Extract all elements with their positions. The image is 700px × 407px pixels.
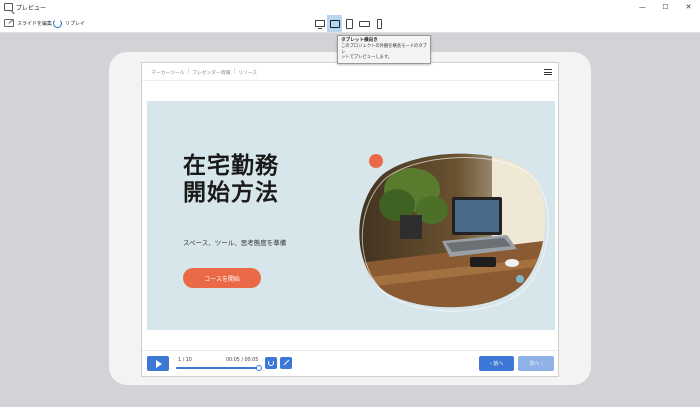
device-tablet-landscape-button[interactable]: [327, 15, 342, 32]
edit-slide-button[interactable]: スライドを編集: [4, 18, 52, 28]
edit-slide-label: スライドを編集: [17, 20, 53, 27]
breadcrumb-separator: |: [187, 69, 190, 74]
start-course-button[interactable]: コースを開始: [183, 268, 261, 288]
breadcrumb: マーカーツール | プレゼンター情報 | リソース: [151, 69, 260, 76]
phone-landscape-icon: [359, 20, 370, 27]
progress-knob[interactable]: [256, 365, 262, 371]
preview-app-icon: [4, 3, 13, 11]
window-title: プレビュー: [16, 4, 47, 12]
edit-icon: [4, 19, 14, 27]
breadcrumb-item[interactable]: リソース: [238, 69, 257, 76]
tooltip-line1: このプロジェクトの外観を横長モードのタブレ: [341, 44, 427, 55]
device-tablet-portrait-button[interactable]: [342, 15, 357, 32]
breadcrumb-item[interactable]: マーカーツール: [151, 69, 184, 76]
device-desktop-button[interactable]: [312, 15, 327, 32]
replay-icon: [53, 18, 62, 28]
minimize-button[interactable]: —: [631, 0, 654, 14]
tooltip-line2: ットでプレビューします。: [341, 55, 393, 61]
slide-title-line1: 在宅勤務: [183, 153, 279, 179]
breadcrumb-item[interactable]: プレゼンター情報: [192, 69, 230, 76]
slide-canvas: 在宅勤務 開始方法 スペース、ツール、思考態度を準備 コースを開始: [147, 101, 555, 330]
tablet-landscape-icon: [329, 19, 340, 28]
prev-button[interactable]: ‹ 前へ: [479, 356, 514, 371]
player-divider: [142, 350, 558, 351]
desktop-icon: [314, 20, 325, 29]
expand-icon: [283, 360, 289, 366]
slide-title: 在宅勤務 開始方法: [183, 153, 279, 207]
replay-button[interactable]: リプレイ: [53, 18, 85, 28]
tablet-portrait-icon: [346, 18, 353, 29]
device-phone-portrait-button[interactable]: [372, 15, 387, 32]
title-bar: プレビュー — ☐ ✕: [0, 0, 700, 14]
slide-subtitle: スペース、ツール、思考態度を準備: [183, 239, 287, 247]
window-controls: — ☐ ✕: [631, 0, 700, 14]
slide-title-line2: 開始方法: [183, 180, 279, 206]
maximize-button[interactable]: ☐: [654, 0, 677, 14]
restart-button[interactable]: [265, 357, 277, 369]
tablet-screen: マーカーツール | プレゼンター情報 | リソース 在宅勤務 開始方法 スペース…: [141, 62, 559, 377]
teal-dot: [516, 275, 524, 283]
device-phone-landscape-button[interactable]: [357, 15, 372, 32]
play-button[interactable]: [147, 356, 169, 371]
phone-portrait-icon: [377, 18, 382, 29]
progress-bar[interactable]: [176, 365, 262, 371]
close-button[interactable]: ✕: [677, 0, 700, 14]
next-button[interactable]: 次へ ›: [518, 356, 554, 371]
fullscreen-button[interactable]: [280, 357, 292, 369]
device-selector: [312, 15, 387, 32]
timecode: 00:05 / 00:05: [226, 358, 259, 363]
refresh-icon: [268, 360, 274, 366]
orange-dot: [369, 154, 383, 168]
progress-fill: [176, 367, 260, 369]
divider: [142, 80, 558, 81]
slide-counter: 1 / 10: [178, 358, 192, 363]
device-tooltip: タブレット横向き このプロジェクトの外観を横長モードのタブレ ットでプレビューし…: [337, 35, 431, 64]
laptop-photo: [359, 153, 549, 312]
hamburger-menu-icon[interactable]: [544, 69, 552, 75]
replay-label: リプレイ: [65, 20, 86, 27]
breadcrumb-separator: |: [233, 69, 236, 74]
play-icon: [156, 359, 162, 368]
